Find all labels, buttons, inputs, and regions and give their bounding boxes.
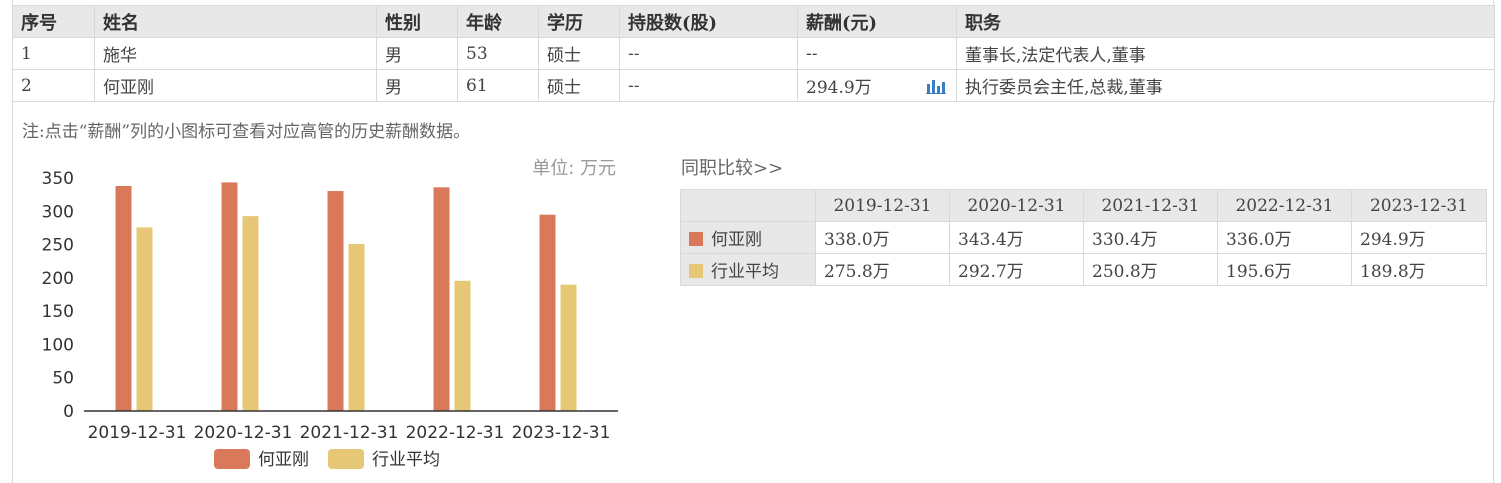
series-label: 行业平均 — [711, 262, 779, 282]
legend-swatch[interactable] — [214, 449, 250, 469]
compare-cell: 292.7万 — [949, 253, 1084, 286]
bar-person — [115, 185, 132, 411]
x-tick-label: 2022-12-31 — [406, 423, 505, 443]
compare-header-year: 2020-12-31 — [949, 189, 1084, 222]
x-tick-label: 2019-12-31 — [88, 423, 187, 443]
y-tick-label: 50 — [52, 369, 74, 389]
bar-person — [433, 187, 450, 411]
legend-label: 行业平均 — [372, 450, 440, 470]
cell-no: 1 — [12, 37, 95, 70]
bar-industry — [348, 244, 365, 411]
y-tick-label: 150 — [42, 302, 74, 322]
compare-row-person: 何亚刚 338.0万 343.4万 330.4万 336.0万 294.9万 — [680, 221, 1487, 254]
series-label-cell: 何亚刚 — [680, 221, 816, 254]
salary-bar-chart: 单位: 万元 050100150200250300350 2019-12-31 2… — [42, 158, 618, 470]
table-row: 2 何亚刚 男 61 硕士 -- 294.9万 执行委员会主任,总裁,董事 — [12, 69, 1495, 102]
series-label-cell: 行业平均 — [680, 253, 816, 286]
bar-industry — [454, 280, 471, 411]
bar-person — [327, 191, 344, 411]
y-tick-label: 350 — [42, 169, 74, 189]
legend-label: 何亚刚 — [258, 450, 309, 470]
compare-header-corner — [680, 189, 816, 222]
x-tick-label: 2021-12-31 — [300, 423, 399, 443]
y-tick-label: 200 — [42, 269, 74, 289]
series-swatch — [689, 264, 703, 278]
compare-cell: 330.4万 — [1083, 221, 1218, 254]
compare-header-year: 2023-12-31 — [1351, 189, 1487, 222]
compare-cell: 338.0万 — [815, 221, 950, 254]
salary-icon-note: 注:点击“薪酬”列的小图标可查看对应高管的历史薪酬数据。 — [22, 122, 471, 142]
col-header-shares: 持股数(股) — [619, 5, 798, 38]
x-tick-label: 2023-12-31 — [512, 423, 611, 443]
y-axis: 0 50 100 150 200 250 300 350 — [42, 169, 74, 422]
y-tick-label: 300 — [42, 202, 74, 222]
y-tick-label: 0 — [63, 402, 74, 422]
compare-row-industry: 行业平均 275.8万 292.7万 250.8万 195.6万 189.8万 — [680, 253, 1487, 286]
compare-cell: 343.4万 — [949, 221, 1084, 254]
cell-position: 执行委员会主任,总裁,董事 — [956, 69, 1495, 102]
cell-salary: 294.9万 — [797, 69, 957, 102]
cell-shares: -- — [619, 69, 798, 102]
bar-group — [115, 182, 577, 411]
cell-salary: -- — [797, 37, 957, 70]
chart-unit-label: 单位: 万元 — [532, 158, 616, 179]
bar-person — [221, 182, 238, 411]
col-header-age: 年龄 — [457, 5, 539, 38]
compare-cell: 189.8万 — [1351, 253, 1487, 286]
compare-cell: 336.0万 — [1217, 221, 1352, 254]
cell-position: 董事长,法定代表人,董事 — [956, 37, 1495, 70]
col-header-position: 职务 — [956, 5, 1495, 38]
bar-industry — [136, 227, 153, 411]
cell-name: 何亚刚 — [94, 69, 377, 102]
compare-header-year: 2019-12-31 — [815, 189, 950, 222]
compare-header-year: 2021-12-31 — [1083, 189, 1218, 222]
cell-education: 硕士 — [538, 69, 620, 102]
compare-cell: 275.8万 — [815, 253, 950, 286]
cell-name: 施华 — [94, 37, 377, 70]
compare-cell: 294.9万 — [1351, 221, 1487, 254]
cell-education: 硕士 — [538, 37, 620, 70]
legend-swatch[interactable] — [328, 449, 364, 469]
col-header-gender: 性别 — [376, 5, 458, 38]
y-tick-label: 100 — [42, 335, 74, 355]
x-axis: 2019-12-31 2020-12-31 2021-12-31 2022-12-31… — [88, 423, 611, 443]
cell-age: 61 — [457, 69, 539, 102]
peer-compare-table: 2019-12-31 2020-12-31 2021-12-31 2022-12… — [680, 189, 1487, 286]
bar-industry — [560, 284, 577, 411]
compare-cell: 195.6万 — [1217, 253, 1352, 286]
peer-compare-link[interactable]: 同职比较>> — [681, 154, 783, 180]
series-label: 何亚刚 — [711, 230, 762, 250]
col-header-no: 序号 — [12, 5, 95, 38]
compare-header-row: 2019-12-31 2020-12-31 2021-12-31 2022-12… — [680, 189, 1487, 222]
compare-header-year: 2022-12-31 — [1217, 189, 1352, 222]
compare-cell: 250.8万 — [1083, 253, 1218, 286]
series-swatch — [689, 232, 703, 246]
cell-gender: 男 — [376, 37, 458, 70]
x-tick-label: 2020-12-31 — [194, 423, 293, 443]
col-header-education: 学历 — [538, 5, 620, 38]
bar-chart-icon[interactable] — [926, 78, 946, 94]
bar-person — [539, 214, 556, 411]
cell-shares: -- — [619, 37, 798, 70]
col-header-name: 姓名 — [94, 5, 377, 38]
table-row: 1 施华 男 53 硕士 -- -- 董事长,法定代表人,董事 — [12, 37, 1495, 70]
cell-age: 53 — [457, 37, 539, 70]
cell-no: 2 — [12, 69, 95, 102]
table-header-row: 序号 姓名 性别 年龄 学历 持股数(股) 薪酬(元) 职务 — [12, 5, 1495, 38]
bar-industry — [242, 216, 259, 411]
cell-gender: 男 — [376, 69, 458, 102]
chart-legend: 何亚刚 行业平均 — [214, 449, 440, 470]
management-table: 序号 姓名 性别 年龄 学历 持股数(股) 薪酬(元) 职务 1 施华 男 53… — [12, 5, 1495, 102]
salary-value: 294.9万 — [806, 78, 872, 98]
col-header-salary: 薪酬(元) — [797, 5, 957, 38]
y-tick-label: 250 — [42, 236, 74, 256]
